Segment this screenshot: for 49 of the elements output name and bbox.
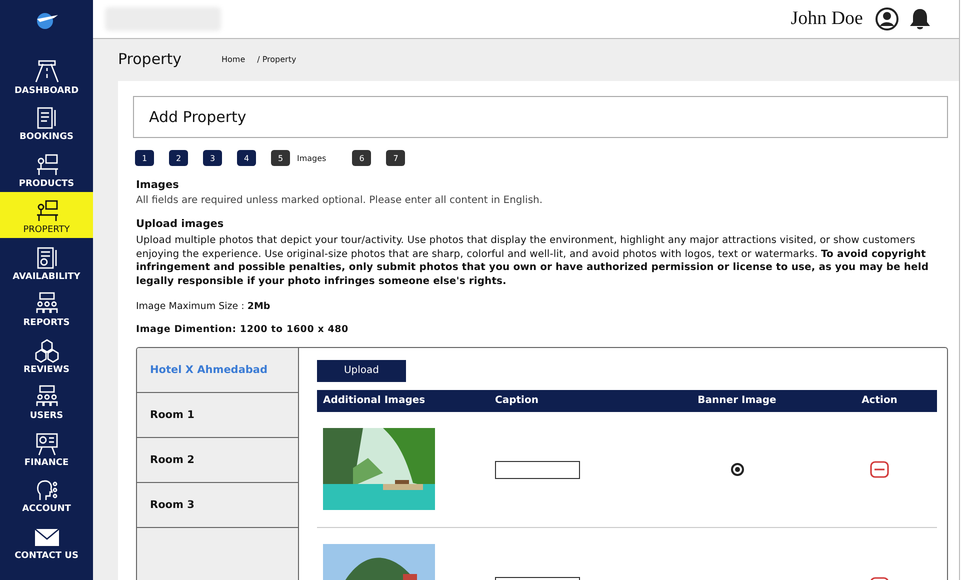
banner-radio[interactable] (730, 462, 744, 476)
room-tab[interactable]: Room 2 (137, 438, 298, 483)
step-label: Images (297, 154, 326, 162)
user-name: John Doe (790, 8, 863, 30)
dimension-text: Image Dimention: 1200 to 1600 x 480 (136, 324, 350, 335)
column-header: Banner Image (696, 395, 778, 406)
section-note: All fields are required unless marked optional. Please enter all content in English. (136, 195, 544, 206)
nav-item[interactable]: PRODUCTS (0, 145, 93, 192)
road-icon (34, 60, 60, 84)
column-header: Action (860, 395, 898, 406)
room-tab[interactable]: Room 1 (137, 393, 298, 438)
nav-item[interactable]: ACCOUNT (0, 470, 93, 517)
section-title: Images (136, 179, 180, 191)
column-header: Caption (494, 395, 540, 406)
upload-button[interactable]: Upload (317, 360, 406, 382)
breadcrumb-link[interactable]: Home (221, 54, 246, 64)
step-badge[interactable]: 1 (135, 150, 154, 166)
step-badge[interactable]: 4 (237, 150, 256, 166)
step-badge[interactable]: 3 (203, 150, 222, 166)
nav-item[interactable]: REPORTS (0, 284, 93, 331)
upload-title: Upload images (136, 218, 225, 230)
max-size-text: Image Maximum Size : 2Mb (136, 301, 272, 312)
page-title: Property (118, 50, 182, 68)
nav-item[interactable]: USERS (0, 378, 93, 424)
form-title: Add Property (133, 96, 948, 138)
nav-item[interactable]: PROPERTY (0, 192, 93, 238)
nav-item[interactable]: BOOKINGS (0, 98, 93, 145)
nav-item[interactable]: REVIEWS (0, 331, 93, 378)
user-icon[interactable] (875, 7, 899, 31)
hexagon-icon (34, 338, 60, 362)
people-icon (34, 292, 60, 316)
nav-item[interactable]: FINANCE (0, 424, 93, 470)
room-tab[interactable]: Hotel X Ahmedabad (137, 348, 298, 393)
notification-bell-icon[interactable] (909, 7, 931, 31)
step-badge[interactable]: 2 (169, 150, 188, 166)
caption-field[interactable] (495, 460, 580, 479)
upload-instructions: Upload multiple photos that depict your tour/activity. Use photos that display the environment, highlight any major attractions visited, or show customers enjoying the experience. Use original-size photos that are sharp, colorful and well-lit, and avoid photos with logos, text or watermarks. To avoid copyright infringement and possible penalties, only submit photos that you own or have authorized permission or license to use, as you may be held legally responsible if your photo infringes someone else's rights. (136, 234, 930, 288)
step-badge[interactable]: 7 (386, 150, 406, 166)
step-badge[interactable]: 6 (352, 150, 372, 166)
nav-item[interactable]: DASHBOARD (0, 52, 93, 98)
breadcrumb-link[interactable]: / Property (257, 54, 296, 64)
presentation-icon (34, 432, 60, 456)
nav-item[interactable]: CONTACT US (0, 517, 93, 564)
room-tab[interactable]: Room 3 (137, 483, 298, 528)
nav-item[interactable]: AVAILABILITY (0, 238, 93, 284)
column-header: Additional Images (322, 395, 426, 406)
people-icon (34, 385, 60, 409)
step-badge[interactable]: 5 (271, 150, 290, 166)
remove-icon[interactable] (870, 460, 889, 478)
